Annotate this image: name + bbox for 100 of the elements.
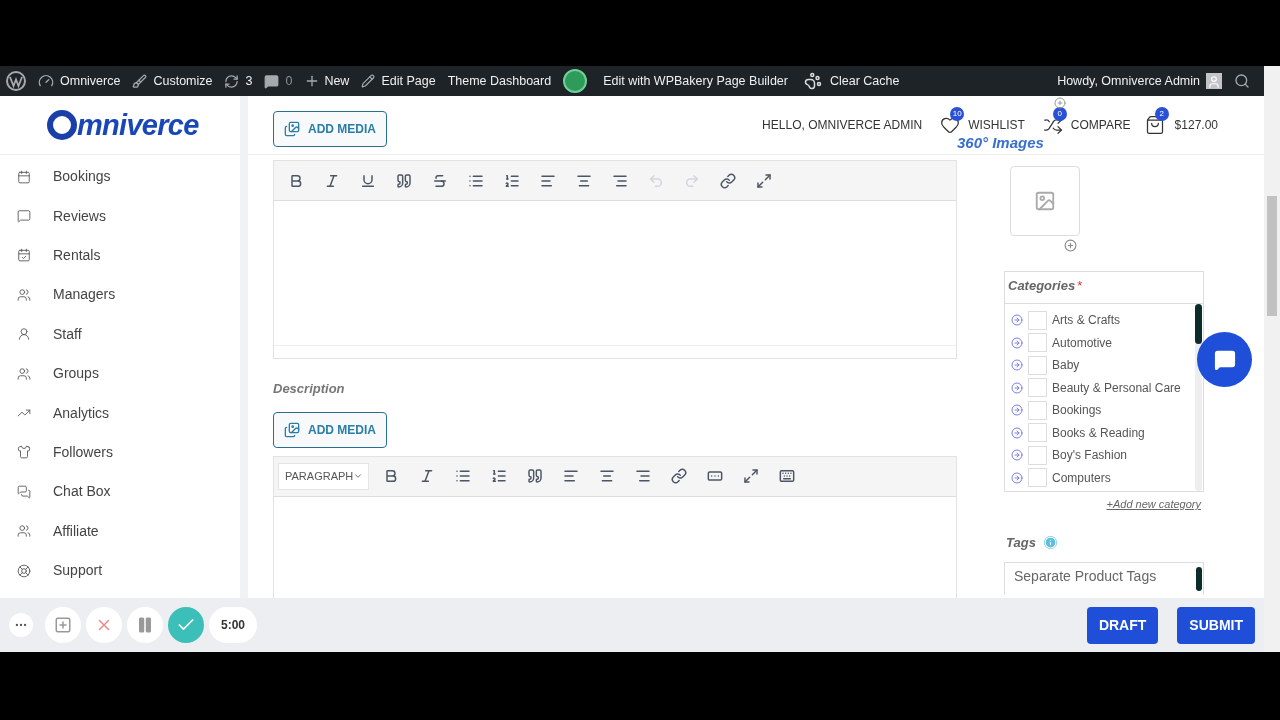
pause-button[interactable] bbox=[127, 607, 163, 643]
expand-icon[interactable] bbox=[1011, 336, 1023, 349]
sidebar-item[interactable]: Chat Box bbox=[0, 472, 240, 512]
heart-icon[interactable] bbox=[940, 115, 961, 135]
paw-icon bbox=[803, 72, 822, 90]
italic-icon bbox=[324, 172, 340, 189]
bold-icon bbox=[383, 468, 399, 484]
person-icon bbox=[17, 327, 31, 342]
expand-icon[interactable] bbox=[1011, 359, 1023, 372]
comment-icon bbox=[264, 73, 280, 89]
howdy-link[interactable]: Howdy, Omniverce Admin bbox=[1057, 71, 1200, 91]
expand-icon[interactable] bbox=[1011, 381, 1023, 394]
lifebuoy-icon bbox=[17, 563, 31, 578]
link-icon bbox=[720, 172, 736, 189]
group-icon bbox=[17, 366, 31, 381]
shirt-icon bbox=[17, 445, 31, 460]
sidebar-item[interactable]: Reviews bbox=[0, 196, 240, 236]
numbered-list-icon bbox=[491, 468, 507, 484]
tags-field[interactable]: Separate Product Tags bbox=[1004, 562, 1204, 595]
expand-icon[interactable] bbox=[1011, 471, 1023, 484]
info-icon[interactable] bbox=[1043, 535, 1057, 549]
draft-button[interactable]: DRAFT bbox=[1086, 606, 1159, 644]
avatar-icon bbox=[1206, 73, 1222, 89]
sidebar-item[interactable]: Support bbox=[0, 550, 240, 591]
category-checkbox[interactable] bbox=[1028, 333, 1047, 353]
category-checkbox[interactable] bbox=[1028, 468, 1047, 488]
quote-icon bbox=[527, 468, 543, 484]
page-scrollbar[interactable] bbox=[1264, 66, 1280, 652]
category-label: Boy's Fashion bbox=[1052, 447, 1127, 465]
theme-dashboard-link[interactable]: Theme Dashboard bbox=[447, 71, 552, 91]
category-label: Automotive bbox=[1052, 334, 1113, 352]
categories-label: Categories bbox=[1008, 277, 1076, 295]
image-placeholder[interactable] bbox=[1010, 166, 1080, 236]
new-link[interactable]: New bbox=[324, 71, 350, 91]
customize-link[interactable]: Customize bbox=[153, 71, 213, 91]
comments-count[interactable]: 0 bbox=[285, 71, 293, 91]
scrollbar[interactable] bbox=[1195, 304, 1202, 491]
add-image-icon[interactable] bbox=[1064, 239, 1077, 252]
required-mark: * bbox=[1077, 277, 1083, 295]
add-media-button[interactable]: ADD MEDIA bbox=[273, 110, 387, 147]
tags-label: Tags bbox=[1006, 533, 1036, 552]
search-icon[interactable] bbox=[1234, 73, 1250, 89]
expand-icon[interactable] bbox=[1011, 314, 1023, 327]
edit-page-link[interactable]: Edit Page bbox=[381, 71, 436, 91]
clear-cache-link[interactable]: Clear Cache bbox=[829, 71, 900, 91]
updates-count[interactable]: 3 bbox=[245, 71, 253, 91]
category-checkbox[interactable] bbox=[1028, 310, 1047, 330]
camera-button[interactable] bbox=[45, 607, 81, 643]
sidebar-item[interactable]: Groups bbox=[0, 353, 240, 394]
sidebar-item[interactable]: Analytics bbox=[0, 393, 240, 433]
align-left-icon bbox=[563, 468, 579, 484]
expand-icon[interactable] bbox=[1011, 404, 1023, 417]
speech-bubble-icon bbox=[17, 209, 31, 224]
add-frame-icon bbox=[54, 616, 72, 634]
numbered-list-icon bbox=[504, 172, 520, 189]
add-media-button[interactable]: ADD MEDIA bbox=[273, 411, 387, 448]
align-center-icon bbox=[599, 468, 615, 484]
logo-icon bbox=[6, 71, 26, 91]
cart-total[interactable]: $127.00 bbox=[1174, 116, 1218, 134]
compare-link[interactable]: COMPARE bbox=[1070, 116, 1131, 134]
bag-icon[interactable] bbox=[1144, 115, 1165, 135]
done-button[interactable] bbox=[168, 607, 204, 643]
builder-icon bbox=[563, 69, 588, 93]
sidebar-item[interactable]: Rentals bbox=[0, 235, 240, 276]
format-dropdown[interactable]: PARAGRAPH bbox=[278, 462, 369, 490]
expand-icon[interactable] bbox=[1011, 426, 1023, 439]
scrollbar[interactable] bbox=[1196, 567, 1202, 591]
submit-button[interactable]: SUBMIT bbox=[1177, 606, 1255, 644]
sidebar-item[interactable]: Bookings bbox=[0, 157, 240, 197]
people-icon bbox=[17, 524, 31, 539]
sidebar-item[interactable]: Staff bbox=[0, 314, 240, 354]
chat-button[interactable] bbox=[1197, 332, 1252, 387]
brush-icon bbox=[132, 73, 148, 89]
sidebar-item[interactable]: Followers bbox=[0, 432, 240, 473]
calendar-icon bbox=[17, 169, 31, 184]
count-badge: 10 bbox=[950, 107, 965, 121]
category-checkbox[interactable] bbox=[1028, 355, 1047, 375]
sidebar-item[interactable]: Affiliate bbox=[0, 511, 240, 551]
expand-icon[interactable] bbox=[1011, 449, 1023, 462]
pencil-icon bbox=[361, 74, 376, 88]
refresh-icon bbox=[224, 73, 240, 89]
category-checkbox[interactable] bbox=[1028, 445, 1047, 465]
description-label: Description bbox=[273, 380, 346, 398]
wishlist-link[interactable]: WISHLIST bbox=[968, 116, 1025, 134]
page-builder-link[interactable]: Edit with WPBakery Page Builder bbox=[603, 71, 788, 91]
sidebar-item[interactable]: Managers bbox=[0, 275, 240, 315]
add-category-link[interactable]: +Add new category bbox=[1106, 496, 1204, 513]
media-icon bbox=[284, 421, 300, 438]
site-link[interactable]: Omniverce bbox=[60, 71, 121, 91]
category-checkbox[interactable] bbox=[1028, 423, 1047, 443]
strikethrough-icon bbox=[432, 172, 448, 189]
link-icon bbox=[671, 468, 687, 484]
add-icon[interactable] bbox=[1053, 97, 1066, 109]
chat-icon bbox=[17, 484, 31, 499]
media-icon bbox=[284, 120, 300, 137]
category-checkbox[interactable] bbox=[1028, 400, 1047, 420]
dashboard-icon bbox=[38, 73, 54, 89]
category-checkbox[interactable] bbox=[1028, 378, 1047, 398]
count-badge: 0 bbox=[1052, 107, 1067, 121]
more-button[interactable] bbox=[9, 613, 33, 637]
